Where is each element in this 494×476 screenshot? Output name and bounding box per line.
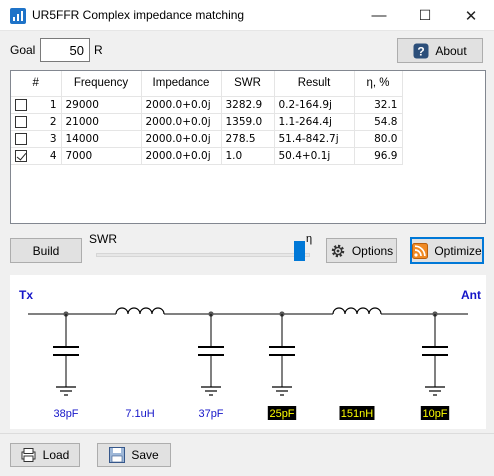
row-swr: 3282.9 bbox=[221, 96, 275, 114]
row-efficiency: 80.0 bbox=[354, 130, 403, 148]
table-row[interactable]: 3 14000 2000.0+0.0j 278.5 51.4-842.7j 80… bbox=[11, 130, 403, 148]
component-value-label: 10pF bbox=[422, 408, 447, 420]
column-header-frequency[interactable]: Frequency bbox=[61, 71, 142, 97]
column-header-efficiency[interactable]: η, % bbox=[354, 71, 403, 97]
goal-unit: R bbox=[94, 43, 103, 57]
row-checkbox[interactable] bbox=[15, 132, 27, 145]
load-icon bbox=[21, 448, 36, 462]
title-bar: UR5FFR Complex impedance matching — ☐ ✕ bbox=[0, 0, 494, 31]
row-result: 51.4-842.7j bbox=[274, 130, 355, 148]
close-button[interactable]: ✕ bbox=[448, 0, 494, 31]
row-impedance: 2000.0+0.0j bbox=[141, 113, 222, 131]
row-swr: 278.5 bbox=[221, 130, 275, 148]
table-row[interactable]: 1 29000 2000.0+0.0j 3282.9 0.2-164.9j 32… bbox=[11, 96, 403, 114]
about-button[interactable]: ? About bbox=[397, 38, 483, 63]
row-result: 50.4+0.1j bbox=[274, 147, 355, 165]
tx-label: Tx bbox=[19, 288, 33, 302]
gear-icon bbox=[331, 244, 345, 257]
goal-input[interactable] bbox=[40, 38, 90, 62]
load-label: Load bbox=[42, 448, 70, 462]
column-header-swr[interactable]: SWR bbox=[221, 71, 275, 97]
row-frequency: 21000 bbox=[61, 113, 142, 131]
swr-efficiency-slider-thumb[interactable] bbox=[294, 241, 306, 261]
row-efficiency: 54.8 bbox=[354, 113, 403, 131]
component-value-label: 37pF bbox=[198, 408, 223, 420]
row-number: 2 bbox=[49, 115, 57, 128]
load-button[interactable]: Load bbox=[10, 443, 80, 467]
window-title: UR5FFR Complex impedance matching bbox=[32, 8, 245, 22]
options-label: Options bbox=[351, 243, 394, 258]
row-result: 0.2-164.9j bbox=[274, 96, 355, 114]
slider-efficiency-label: η bbox=[306, 233, 313, 245]
row-frequency: 7000 bbox=[61, 147, 142, 165]
about-label: About bbox=[435, 43, 467, 58]
save-icon bbox=[109, 447, 126, 463]
row-impedance: 2000.0+0.0j bbox=[141, 130, 222, 148]
slider-swr-label: SWR bbox=[89, 232, 117, 246]
help-icon: ? bbox=[413, 43, 429, 58]
component-value-label: 25pF bbox=[269, 408, 294, 420]
row-number: 4 bbox=[49, 149, 57, 162]
inductor-symbol bbox=[332, 307, 382, 315]
component-value-label: 151nH bbox=[341, 408, 373, 420]
row-result: 1.1-264.4j bbox=[274, 113, 355, 131]
row-frequency: 14000 bbox=[61, 130, 142, 148]
separator bbox=[0, 433, 494, 434]
circuit-schematic: Tx Ant 38pF 7.1uH 37pF 25pF 151nH 10pF bbox=[19, 288, 481, 420]
table-body: 1 29000 2000.0+0.0j 3282.9 0.2-164.9j 32… bbox=[11, 96, 403, 165]
row-frequency: 29000 bbox=[61, 96, 142, 114]
row-checkbox[interactable] bbox=[15, 115, 27, 128]
row-efficiency: 96.9 bbox=[354, 147, 403, 165]
column-header-impedance[interactable]: Impedance bbox=[141, 71, 222, 97]
optimize-button[interactable]: Optimize bbox=[410, 237, 484, 264]
optimize-icon bbox=[412, 242, 429, 259]
minimize-button[interactable]: — bbox=[356, 0, 402, 31]
row-swr: 1.0 bbox=[221, 147, 275, 165]
component-value-label: 38pF bbox=[53, 408, 78, 420]
row-number: 3 bbox=[49, 132, 57, 145]
build-label: Build bbox=[32, 243, 60, 258]
swr-efficiency-slider-track[interactable] bbox=[96, 253, 310, 257]
column-header-result[interactable]: Result bbox=[274, 71, 355, 97]
inductor-symbol bbox=[115, 307, 165, 315]
row-checkbox[interactable] bbox=[15, 149, 27, 162]
maximize-button[interactable]: ☐ bbox=[402, 0, 448, 31]
save-label: Save bbox=[131, 448, 159, 462]
row-checkbox[interactable] bbox=[15, 98, 27, 111]
frequency-table: # Frequency Impedance SWR Result η, % 1 … bbox=[10, 70, 486, 224]
app-icon bbox=[10, 8, 26, 24]
save-button[interactable]: Save bbox=[97, 443, 171, 467]
optimize-label: Optimize bbox=[434, 243, 482, 258]
schematic-canvas: Tx Ant 38pF 7.1uH 37pF 25pF 151nH 10pF bbox=[10, 275, 486, 429]
ant-label: Ant bbox=[461, 288, 481, 302]
svg-text:?: ? bbox=[418, 44, 425, 58]
row-impedance: 2000.0+0.0j bbox=[141, 96, 222, 114]
component-value-label: 7.1uH bbox=[125, 408, 154, 420]
row-swr: 1359.0 bbox=[221, 113, 275, 131]
column-header-number[interactable]: # bbox=[11, 71, 62, 97]
table-header-row: # Frequency Impedance SWR Result η, % bbox=[11, 71, 403, 97]
goal-label: Goal bbox=[10, 43, 36, 57]
row-efficiency: 32.1 bbox=[354, 96, 403, 114]
row-number: 1 bbox=[49, 98, 57, 111]
options-button[interactable]: Options bbox=[326, 238, 397, 263]
table-row[interactable]: 2 21000 2000.0+0.0j 1359.0 1.1-264.4j 54… bbox=[11, 113, 403, 131]
table-row[interactable]: 4 7000 2000.0+0.0j 1.0 50.4+0.1j 96.9 bbox=[11, 147, 403, 165]
build-button[interactable]: Build bbox=[10, 238, 82, 263]
row-impedance: 2000.0+0.0j bbox=[141, 147, 222, 165]
